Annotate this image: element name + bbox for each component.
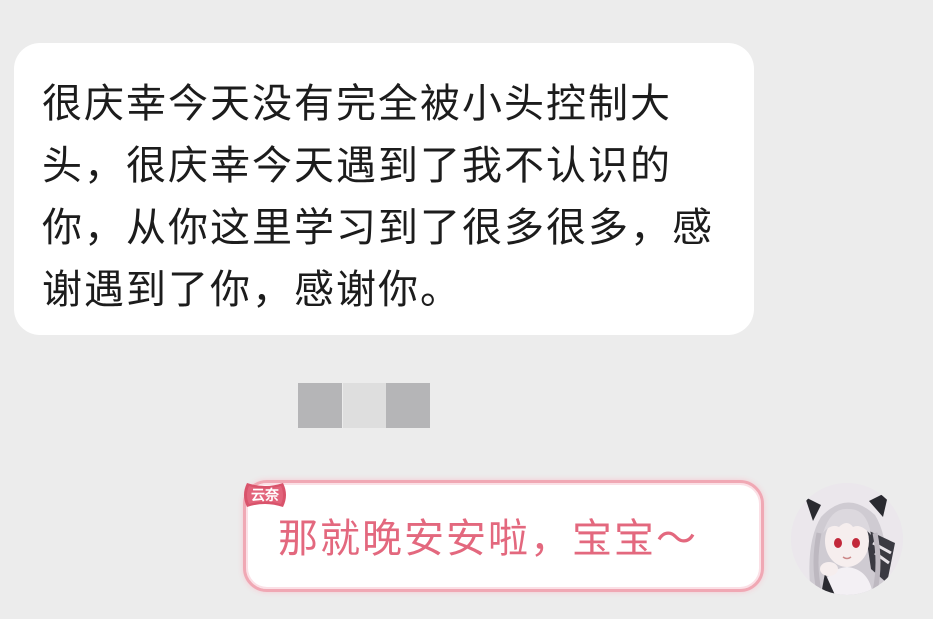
incoming-message-text: 很庆幸今天没有完全被小头控制大头，很庆幸今天遇到了我不认识的你，从你这里学习到了… — [42, 81, 714, 313]
placeholder-block — [343, 383, 387, 428]
placeholder-block — [386, 383, 430, 428]
nickname-tag: 云奈 — [241, 479, 289, 513]
anime-girl-avatar-icon — [791, 483, 903, 595]
nickname-label: 云奈 — [251, 488, 279, 504]
outgoing-message-bubble[interactable]: 那就晚安安啦，宝宝～ — [243, 480, 764, 592]
placeholder-block — [298, 383, 342, 428]
incoming-message-bubble[interactable]: 很庆幸今天没有完全被小头控制大头，很庆幸今天遇到了我不认识的你，从你这里学习到了… — [14, 43, 754, 335]
user-avatar[interactable] — [791, 483, 903, 595]
outgoing-message-text: 那就晚安安啦，宝宝～ — [278, 516, 698, 562]
